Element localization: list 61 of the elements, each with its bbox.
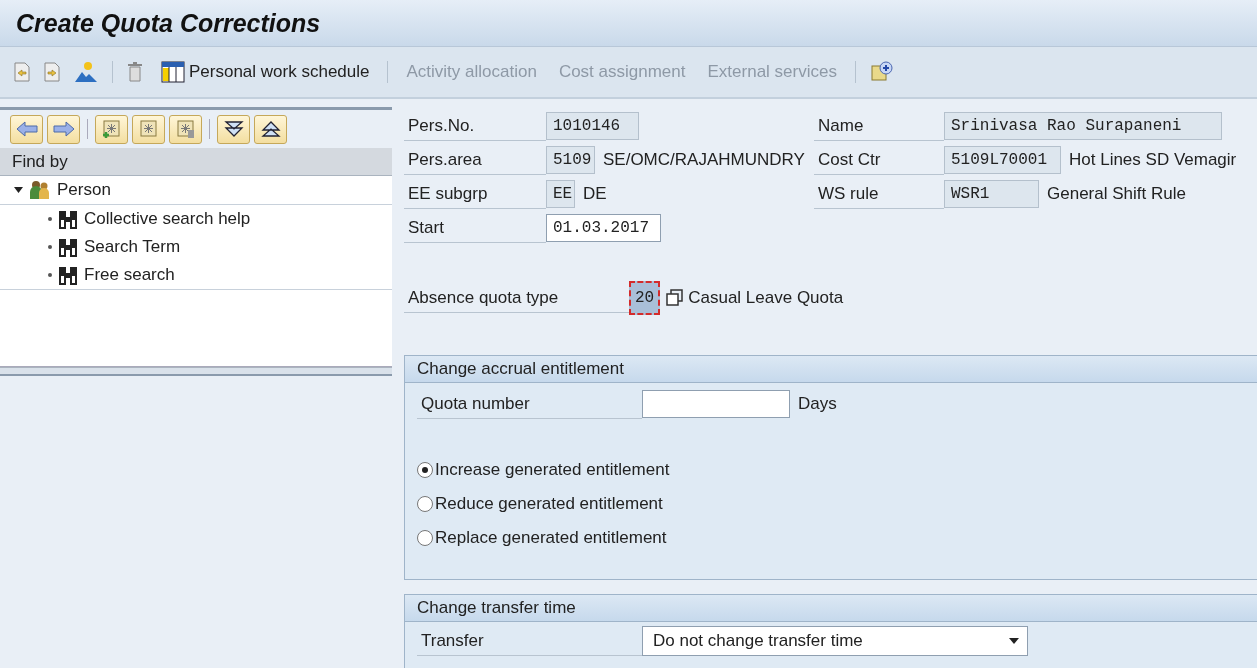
- value-help-icon[interactable]: [666, 289, 685, 307]
- add-button[interactable]: [95, 114, 128, 144]
- add-node-icon: [101, 119, 122, 139]
- input-field[interactable]: 01.03.2017: [546, 214, 661, 242]
- double-chevron-up-icon: [260, 120, 281, 138]
- display-field: 5109: [546, 146, 595, 174]
- input-field[interactable]: [642, 390, 790, 418]
- radio-label: Increase generated entitlement: [435, 460, 670, 480]
- display-field: 5109L70001: [944, 146, 1061, 174]
- radio-button[interactable]: [417, 462, 433, 478]
- field-description: General Shift Rule: [1047, 184, 1186, 204]
- display-field: EE: [546, 180, 575, 208]
- node-icon: [138, 119, 159, 139]
- bullet-icon: [48, 217, 52, 221]
- calendar-table-icon: [161, 61, 185, 83]
- delete-button[interactable]: [169, 114, 202, 144]
- forward-button[interactable]: [47, 114, 80, 144]
- collapse-all-button[interactable]: [254, 114, 287, 144]
- panel-header: Find by: [0, 148, 392, 176]
- bullet-icon: [48, 245, 52, 249]
- toolbar-button[interactable]: Personal work schedule: [157, 61, 374, 83]
- binoculars-icon: [58, 236, 78, 258]
- tree-item[interactable]: Person: [57, 180, 111, 200]
- radio-label: Reduce generated entitlement: [435, 494, 663, 514]
- double-chevron-down-icon: [223, 120, 244, 138]
- field-description: SE/OMC/RAJAHMUNDRY: [603, 150, 805, 170]
- binoculars-icon: [58, 264, 78, 286]
- tree-item[interactable]: Search Term: [84, 237, 181, 257]
- unit-label: Days: [798, 394, 837, 414]
- field-description: DE: [583, 184, 607, 204]
- radio-button[interactable]: [417, 496, 433, 512]
- radio-label: Replace generated entitlement: [435, 528, 667, 548]
- field-description: Casual Leave Quota: [688, 288, 844, 308]
- bullet-icon: [48, 273, 52, 277]
- dropdown-caret-icon[interactable]: [1009, 637, 1019, 645]
- window-title: Create Quota Corrections: [16, 8, 321, 38]
- trash-icon[interactable]: [127, 62, 143, 82]
- input-field[interactable]: 20: [629, 281, 661, 315]
- field-description: Hot Lines SD Vemagir: [1069, 150, 1237, 170]
- next-document-icon[interactable]: [44, 62, 60, 82]
- people-icon: [29, 180, 51, 200]
- radio-button[interactable]: [417, 530, 433, 546]
- display-field: 1010146: [546, 112, 639, 140]
- display-field: WSR1: [944, 180, 1039, 208]
- previous-document-icon[interactable]: [14, 62, 30, 82]
- left-arrow-icon: [14, 121, 39, 137]
- settings-plus-icon[interactable]: [869, 60, 894, 84]
- tree-item[interactable]: Free search: [84, 265, 175, 285]
- dropdown[interactable]: Do not change transfer time: [642, 626, 1028, 656]
- display-field: Srinivasa Rao Surapaneni: [944, 112, 1222, 140]
- expand-caret-icon[interactable]: [14, 187, 23, 193]
- back-button[interactable]: [10, 114, 43, 144]
- right-arrow-icon: [51, 121, 76, 137]
- delete-node-icon: [175, 119, 196, 139]
- group-title: Change accrual entitlement: [405, 356, 1257, 383]
- binoculars-icon: [58, 208, 78, 230]
- person-landscape-icon[interactable]: [74, 61, 98, 83]
- select-button[interactable]: [132, 114, 165, 144]
- expand-all-button[interactable]: [217, 114, 250, 144]
- tree-item[interactable]: Collective search help: [84, 209, 251, 229]
- group-title: Change transfer time: [405, 595, 1257, 622]
